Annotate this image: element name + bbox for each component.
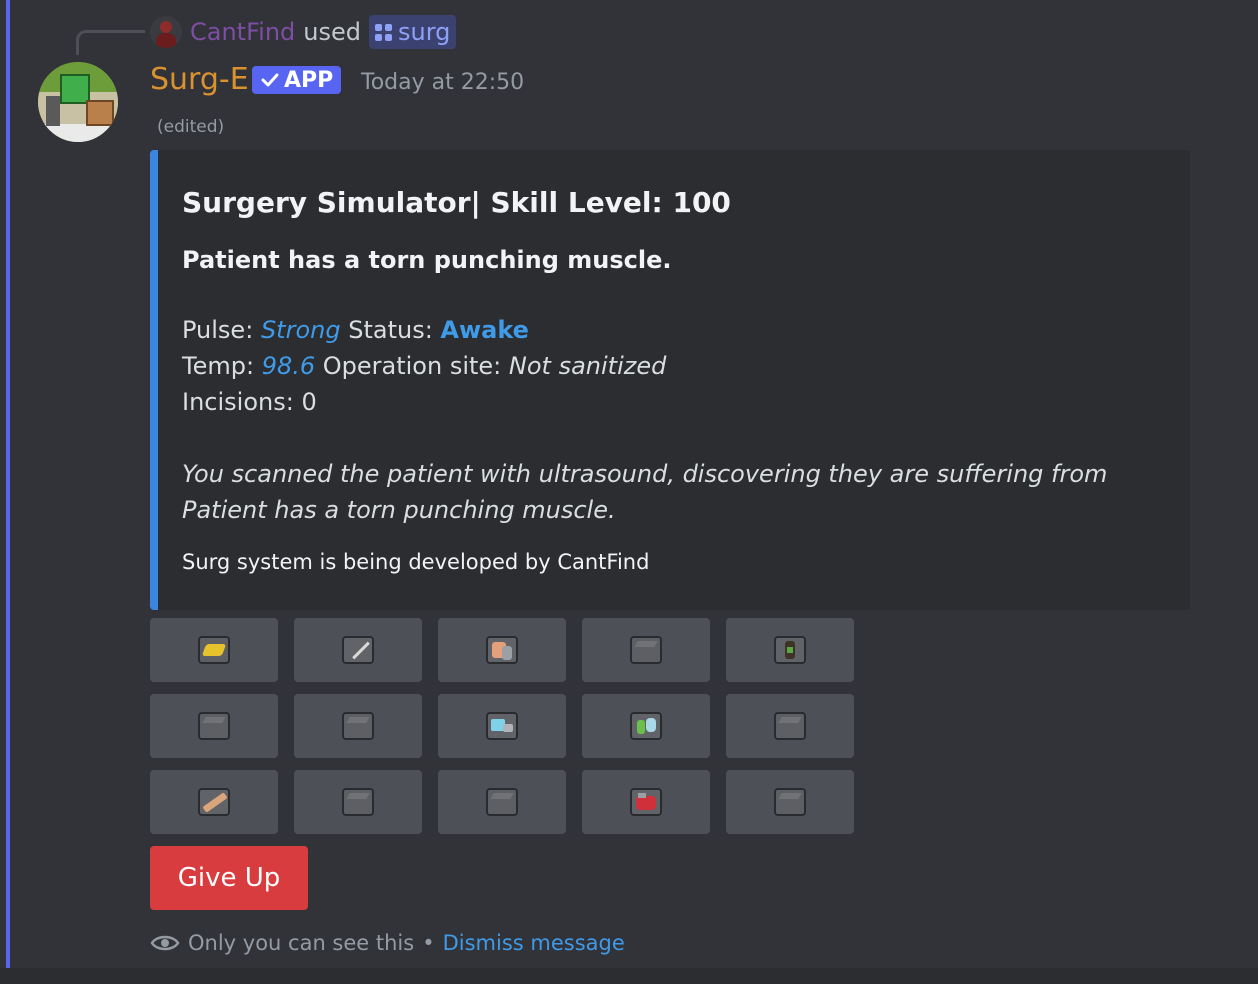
- tool-button-empty-4[interactable]: [726, 694, 854, 758]
- tool-button-scalpel[interactable]: [294, 618, 422, 682]
- empty-slot-icon: [342, 788, 374, 816]
- ephemeral-text: Only you can see this: [188, 931, 415, 955]
- empty-slot-icon: [486, 788, 518, 816]
- tool-button-anesthetic[interactable]: [582, 694, 710, 758]
- embed-diagnosis: Patient has a torn punching muscle.: [182, 246, 672, 274]
- bottom-divider: [0, 968, 1258, 984]
- checkmark-icon: [261, 73, 279, 87]
- antibiotics-icon: [774, 636, 806, 664]
- site-label: Operation site:: [322, 352, 502, 380]
- ephemeral-separator: •: [422, 931, 435, 955]
- tool-button-sponge[interactable]: [150, 618, 278, 682]
- highlight-bar: [6, 0, 10, 968]
- embed-title: Surgery Simulator| Skill Level: 100: [182, 186, 731, 219]
- tool-button-empty-2[interactable]: [150, 694, 278, 758]
- temp-value: 98.6: [261, 352, 316, 380]
- status-label: Status:: [348, 316, 433, 344]
- tool-button-antibiotics[interactable]: [726, 618, 854, 682]
- command-icon: [374, 23, 392, 41]
- status-value: Awake: [440, 316, 529, 344]
- reply-username[interactable]: CantFind: [190, 18, 295, 46]
- bot-username[interactable]: Surg-E: [150, 62, 249, 97]
- embed-card: Surgery Simulator| Skill Level: 100 Pati…: [150, 150, 1190, 610]
- empty-slot-icon: [342, 712, 374, 740]
- scan-result-line-1: You scanned the patient with ultrasound,…: [182, 460, 1108, 488]
- message-timestamp[interactable]: Today at 22:50: [361, 70, 524, 95]
- ephemeral-notice: Only you can see this • Dismiss message: [150, 926, 625, 960]
- pulse-value: Strong: [260, 316, 341, 344]
- pulse-label: Pulse:: [182, 316, 254, 344]
- temp-label: Temp:: [182, 352, 255, 380]
- ultrasound-icon: [486, 712, 518, 740]
- embed-footer: Surg system is being developed by CantFi…: [182, 550, 650, 574]
- vitals-line-2: Temp: 98.6 Operation site: Not sanitized: [182, 352, 666, 380]
- empty-slot-icon: [198, 712, 230, 740]
- stitches-icon: [486, 636, 518, 664]
- empty-slot-icon: [630, 636, 662, 664]
- splint-icon: [198, 788, 230, 816]
- transfusion-icon: [630, 788, 662, 816]
- reply-avatar[interactable]: [150, 16, 182, 48]
- tool-button-splint[interactable]: [150, 770, 278, 834]
- bot-avatar[interactable]: [38, 62, 118, 142]
- empty-slot-icon: [774, 712, 806, 740]
- site-value: Not sanitized: [508, 352, 667, 380]
- tool-button-ultrasound[interactable]: [438, 694, 566, 758]
- tool-button-empty-3[interactable]: [294, 694, 422, 758]
- app-badge: APP: [252, 66, 342, 94]
- vitals-line-3: Incisions: 0: [182, 388, 317, 416]
- tool-button-empty-7[interactable]: [726, 770, 854, 834]
- scan-result-line-2: Patient has a torn punching muscle.: [182, 496, 616, 524]
- edited-marker: (edited): [157, 117, 225, 137]
- anesthetic-icon: [630, 712, 662, 740]
- slash-command-pill[interactable]: surg: [368, 15, 457, 49]
- tool-button-empty-6[interactable]: [438, 770, 566, 834]
- incisions-label: Incisions:: [182, 388, 294, 416]
- tool-button-transfusion[interactable]: [582, 770, 710, 834]
- empty-slot-icon: [774, 788, 806, 816]
- command-name: surg: [397, 18, 451, 46]
- vitals-line-1: Pulse: Strong Status: Awake: [182, 316, 529, 344]
- tool-button-empty-1[interactable]: [582, 618, 710, 682]
- reply-connector: [76, 30, 145, 55]
- give-up-button[interactable]: Give Up: [150, 846, 308, 910]
- sponge-icon: [198, 636, 230, 664]
- reply-used-text: used: [303, 18, 361, 46]
- eye-icon: [150, 935, 180, 951]
- scalpel-icon: [342, 636, 374, 664]
- reply-context[interactable]: CantFind used surg: [150, 14, 457, 50]
- incisions-value: 0: [301, 388, 317, 416]
- tool-button-stitches[interactable]: [438, 618, 566, 682]
- tool-button-empty-5[interactable]: [294, 770, 422, 834]
- dismiss-message-link[interactable]: Dismiss message: [443, 931, 625, 955]
- app-badge-label: APP: [284, 67, 334, 93]
